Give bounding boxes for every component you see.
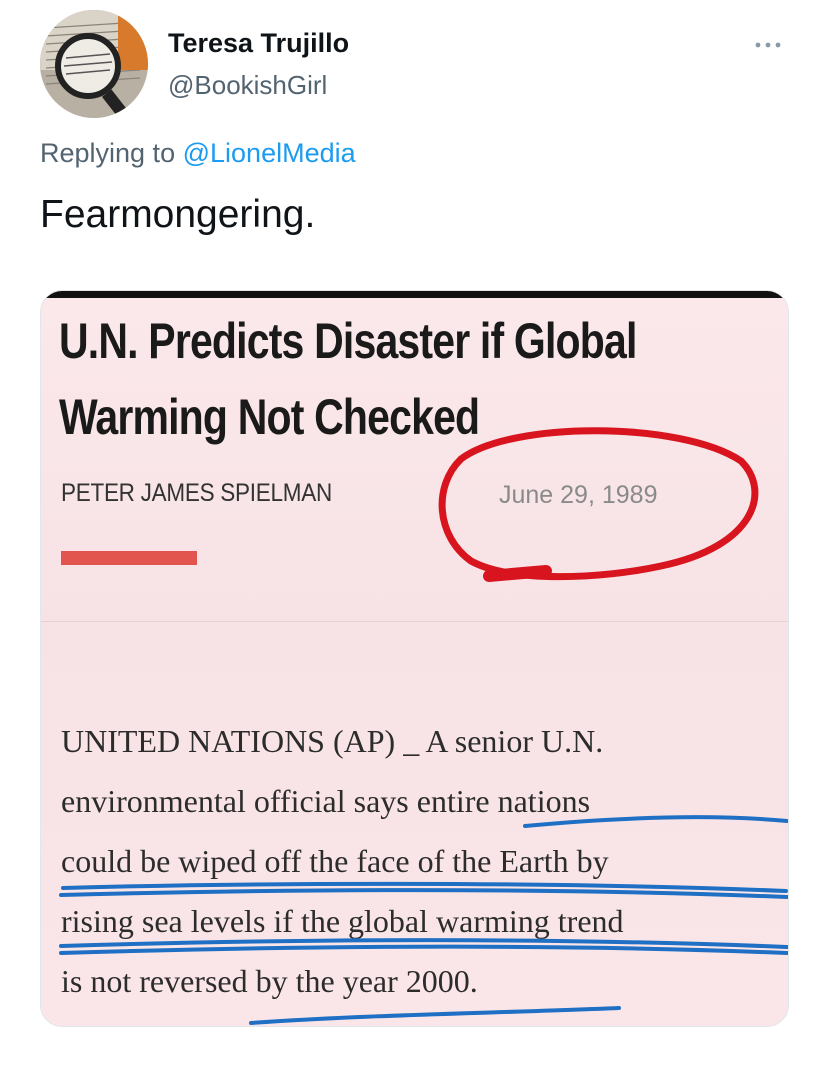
tweet-text: Fearmongering. <box>40 193 316 236</box>
replying-to-line: Replying to @LionelMedia <box>40 138 356 169</box>
more-options-button[interactable] <box>746 30 790 60</box>
book-magnifier-avatar-icon <box>40 10 148 118</box>
avatar[interactable] <box>40 10 148 118</box>
article-body: UNITED NATIONS (AP) _ A senior U.N. envi… <box>61 711 781 1011</box>
replying-prefix: Replying to <box>40 138 176 168</box>
author-name[interactable]: Teresa Trujillo <box>168 28 349 59</box>
article-body-line: rising sea levels if the global warming … <box>61 903 624 939</box>
tweet-media-image[interactable]: U.N. Predicts Disaster if Global Warming… <box>40 290 789 1027</box>
article-body-line: could be wiped off the face of the Earth… <box>61 843 609 879</box>
media-top-border <box>41 291 788 298</box>
accent-bar <box>61 551 197 565</box>
author-handle[interactable]: @BookishGirl <box>168 70 327 101</box>
article-body-line: environmental official says entire natio… <box>61 783 591 819</box>
article-byline: PETER JAMES SPIELMAN <box>61 479 332 507</box>
article-body-line: UNITED NATIONS (AP) _ A senior U.N. <box>61 723 604 759</box>
article-date: June 29, 1989 <box>499 481 658 509</box>
article-body-line: is not reversed by the year 2000. <box>61 963 478 999</box>
replying-to-mention[interactable]: @LionelMedia <box>183 138 356 168</box>
more-horizontal-icon <box>755 42 781 48</box>
article-divider <box>41 621 788 622</box>
article-headline: U.N. Predicts Disaster if Global Warming… <box>59 313 637 445</box>
red-circle-tail <box>483 565 552 582</box>
